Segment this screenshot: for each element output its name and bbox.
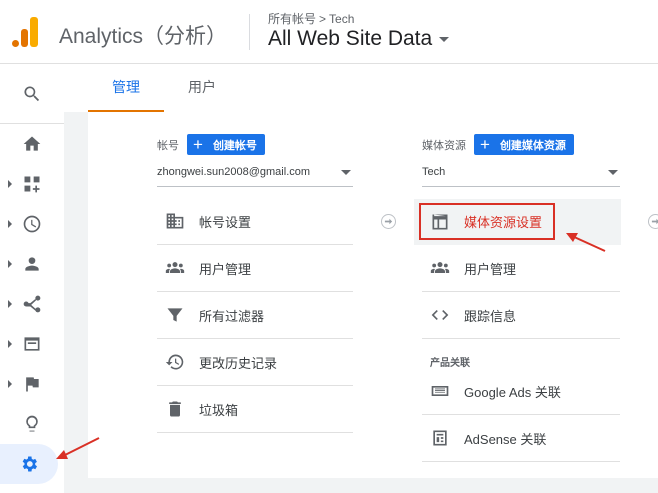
people-icon xyxy=(165,262,185,273)
tracking-info-item[interactable]: 跟踪信息 xyxy=(422,292,620,339)
audience-person-icon[interactable] xyxy=(22,254,42,274)
annotation-highlight-box xyxy=(419,203,555,240)
history-icon xyxy=(165,354,184,370)
people-icon xyxy=(430,262,450,273)
arrow-right-icon xyxy=(651,218,658,225)
tab-admin[interactable]: 管理 xyxy=(88,64,164,112)
plus-icon: + xyxy=(480,135,490,154)
view-selector[interactable]: All Web Site Data xyxy=(268,27,450,51)
expand-arrow-icon[interactable] xyxy=(8,220,12,228)
rail-acquisition[interactable] xyxy=(0,284,64,324)
account-user-management-item[interactable]: 用户管理 xyxy=(157,245,353,292)
create-property-label: 创建媒体资源 xyxy=(499,139,566,152)
property-column-header: 媒体资源 + 创建媒体资源 xyxy=(422,134,574,155)
expand-arrow-icon[interactable] xyxy=(8,340,12,348)
rail-conversions[interactable] xyxy=(0,364,64,404)
realtime-clock-icon[interactable] xyxy=(22,214,42,234)
google-ads-icon xyxy=(431,386,449,396)
change-history-item[interactable]: 更改历史记录 xyxy=(157,339,353,386)
rail-customization[interactable] xyxy=(0,164,64,204)
product-linking-label: 产品关联 xyxy=(430,358,470,369)
rail-home[interactable] xyxy=(0,124,64,164)
property-selector[interactable]: Tech xyxy=(422,161,620,187)
discover-lightbulb-icon[interactable] xyxy=(22,414,42,434)
tab-users[interactable]: 用户 xyxy=(164,64,240,112)
plus-icon: + xyxy=(193,135,203,154)
expand-arrow-icon[interactable] xyxy=(8,380,12,388)
google-ads-linking-item[interactable]: Google Ads 关联 xyxy=(422,368,620,415)
create-account-button[interactable]: + 创建帐号 xyxy=(187,134,265,155)
acquisition-icon[interactable] xyxy=(22,294,42,314)
breadcrumb-account[interactable]: 所有帐号 xyxy=(268,12,316,26)
arrow-right-icon xyxy=(384,218,393,225)
account-settings-item[interactable]: 帐号设置 xyxy=(157,198,353,245)
admin-tabs: 管理 用户 xyxy=(88,64,658,112)
adsense-linking-label: AdSense 关联 xyxy=(464,431,547,447)
google-ads-linking-label: Google Ads 关联 xyxy=(464,384,561,400)
column-arrow-icon xyxy=(648,214,658,229)
expand-arrow-icon[interactable] xyxy=(8,300,12,308)
admin-gear-icon[interactable] xyxy=(19,454,39,474)
property-user-management-item[interactable]: 用户管理 xyxy=(422,245,620,292)
column-arrow-icon xyxy=(381,214,396,229)
trash-item[interactable]: 垃圾箱 xyxy=(157,386,353,433)
adsense-linking-item[interactable]: AdSense 关联 xyxy=(422,415,620,462)
building-icon xyxy=(166,213,184,229)
left-nav-rail xyxy=(0,64,64,493)
conversions-flag-icon[interactable] xyxy=(22,374,42,394)
create-account-label: 创建帐号 xyxy=(212,139,257,152)
chevron-down-icon[interactable] xyxy=(439,36,450,42)
code-icon xyxy=(431,310,449,320)
header-divider xyxy=(249,14,250,50)
behavior-icon[interactable] xyxy=(22,334,42,354)
create-property-button[interactable]: + 创建媒体资源 xyxy=(474,134,574,155)
property-selector-value: Tech xyxy=(422,166,446,178)
account-column-header: 帐号 + 创建帐号 xyxy=(157,134,265,155)
expand-arrow-icon[interactable] xyxy=(8,180,12,188)
app-header: Analytics（分析） 所有帐号 > Tech All Web Site Dat… xyxy=(0,0,658,64)
chevron-down-icon[interactable] xyxy=(341,170,351,175)
change-history-label: 更改历史记录 xyxy=(199,355,278,371)
account-selector-value: zhongwei.sun2008@gmail.com xyxy=(157,166,311,178)
tracking-info-label: 跟踪信息 xyxy=(464,308,517,324)
breadcrumb-property[interactable]: Tech xyxy=(329,12,354,26)
account-column-label: 帐号 xyxy=(157,139,179,152)
account-user-management-label: 用户管理 xyxy=(199,261,252,277)
trash-label: 垃圾箱 xyxy=(199,402,239,418)
expand-arrow-icon[interactable] xyxy=(8,260,12,268)
rail-admin[interactable] xyxy=(0,444,58,484)
account-settings-label: 帐号设置 xyxy=(199,214,252,230)
rail-audience[interactable] xyxy=(0,244,64,284)
rail-realtime[interactable] xyxy=(0,204,64,244)
all-filters-item[interactable]: 所有过滤器 xyxy=(157,292,353,339)
rail-behavior[interactable] xyxy=(0,324,64,364)
property-user-management-label: 用户管理 xyxy=(464,261,517,277)
trash-icon xyxy=(169,401,181,417)
home-icon[interactable] xyxy=(22,134,42,154)
view-title[interactable]: All Web Site Data xyxy=(268,27,432,51)
all-filters-label: 所有过滤器 xyxy=(199,308,265,324)
rail-discover[interactable] xyxy=(0,404,64,444)
app-title: Analytics（分析） xyxy=(59,25,228,48)
adsense-icon xyxy=(433,430,447,446)
customization-icon[interactable] xyxy=(22,174,42,194)
property-column-label: 媒体资源 xyxy=(422,139,466,152)
breadcrumb[interactable]: 所有帐号 > Tech xyxy=(268,10,354,27)
account-selector[interactable]: zhongwei.sun2008@gmail.com xyxy=(157,161,353,187)
analytics-logo-icon[interactable] xyxy=(12,17,40,47)
filter-icon xyxy=(167,308,183,322)
chevron-down-icon[interactable] xyxy=(608,170,618,175)
breadcrumb-separator: > xyxy=(319,12,327,26)
search-icon[interactable] xyxy=(22,84,42,104)
rail-search[interactable] xyxy=(0,74,64,114)
